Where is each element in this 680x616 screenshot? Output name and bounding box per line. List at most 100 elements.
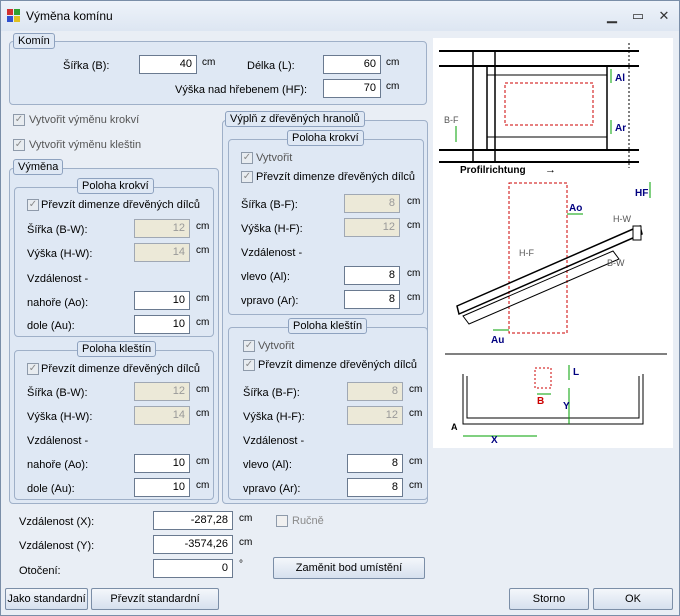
vymena-krokvi-nahore-label: nahoře (Ao): <box>27 297 89 309</box>
otoceni-input[interactable]: 0 <box>153 559 233 578</box>
vypln-klestin-vpravo-input[interactable]: 8 <box>347 478 403 497</box>
chimney-diagram-svg: Al Ar B-F Profilrichtung → HF Ao H-W H-F… <box>439 43 667 446</box>
minimize-icon[interactable]: ▁ <box>601 7 623 25</box>
vymena-krokvi-title: Poloha krokví <box>77 178 154 194</box>
vypln-klestin-sirka-unit: cm <box>409 384 423 395</box>
komin-sirka-input[interactable]: 40 <box>139 55 197 74</box>
komin-delka-unit: cm <box>386 57 400 68</box>
vymena-klestin-checkbox[interactable]: ✓ <box>13 139 25 151</box>
vypln-krokvi-sirka-unit: cm <box>407 196 421 207</box>
vymena-krokvi-dole-input[interactable]: 10 <box>134 315 190 334</box>
vymena-klestin-label: Vytvořit výměnu kleštin <box>29 139 142 151</box>
komin-vyska-input[interactable]: 70 <box>323 79 381 98</box>
vymena-klestin-title: Poloha kleštín <box>77 341 157 357</box>
vymena-krokvi-vyska-input[interactable]: 14 <box>134 243 190 262</box>
vypln-krokvi-vytvorit-checkbox[interactable]: ✓ <box>241 152 253 164</box>
diagram-x-label: X <box>491 435 498 446</box>
vypln-krokvi-prevzit-checkbox[interactable]: ✓ <box>241 171 253 183</box>
app-icon <box>7 9 21 23</box>
vymena-krokvi-prevzit-checkbox[interactable]: ✓ <box>27 199 39 211</box>
vypln-krokvi-vytvorit-label: Vytvořit <box>256 152 293 164</box>
vypln-klestin-sirka-input[interactable]: 8 <box>347 382 403 401</box>
zamenit-bod-button[interactable]: Zaměnit bod umístění <box>273 557 425 579</box>
vymena-klestin-dole-unit: cm <box>196 480 210 491</box>
vypln-klestin-vytvorit-label: Vytvořit <box>258 340 295 352</box>
vypln-klestin-vytvorit-checkbox[interactable]: ✓ <box>243 340 255 352</box>
vymena-klestin-vzdalenost-label: Vzdálenost - <box>27 435 89 447</box>
vymena-krokvi-label: Vytvořit výměnu krokví <box>29 114 140 126</box>
vymena-klestin-sirka-label: Šířka (B-W): <box>27 387 88 399</box>
vzdalenost-y-unit: cm <box>239 537 253 548</box>
rucne-label: Ručně <box>292 515 324 527</box>
diagram-a-label: A <box>451 422 458 432</box>
vypln-krokvi-vyska-label: Výška (H-F): <box>241 223 303 235</box>
dialog-window: Výměna komínu ▁ ▭ ✕ Komín Šířka (B): 40 … <box>0 0 680 616</box>
vymena-klestin-vyska-input[interactable]: 14 <box>134 406 190 425</box>
close-icon[interactable]: ✕ <box>653 7 675 25</box>
vypln-klestin-vpravo-unit: cm <box>409 480 423 491</box>
vymena-klestin-prevzit-label: Převzít dimenze dřevěných dílců <box>41 363 200 375</box>
vymena-krokvi-nahore-input[interactable]: 10 <box>134 291 190 310</box>
diagram-hw-label: H-W <box>613 214 631 224</box>
vymena-krokvi-vyska-label: Výška (H-W): <box>27 248 93 260</box>
vypln-klestin-vpravo-label: vpravo (Ar): <box>243 483 301 495</box>
diagram-al-label: Al <box>615 73 625 84</box>
vymena-krokvi-vyska-unit: cm <box>196 245 210 256</box>
diagram-bf-label: B-F <box>444 115 459 125</box>
komin-vyska-unit: cm <box>386 81 400 92</box>
vypln-krokvi-vzdalenost-label: Vzdálenost - <box>241 247 303 259</box>
storno-button[interactable]: Storno <box>509 588 589 610</box>
komin-sirka-unit: cm <box>202 57 216 68</box>
jako-standardni-button[interactable]: Jako standardní <box>5 588 88 610</box>
vypln-klestin-sirka-label: Šířka (B-F): <box>243 387 300 399</box>
otoceni-label: Otočení: <box>19 565 61 577</box>
rucne-checkbox[interactable] <box>276 515 288 527</box>
vymena-klestin-vyska-unit: cm <box>196 408 210 419</box>
vypln-klestin-prevzit-label: Převzít dimenze dřevěných dílců <box>258 359 417 371</box>
diagram-y-label: Y <box>563 401 570 412</box>
vymena-klestin-vyska-label: Výška (H-W): <box>27 411 93 423</box>
komin-sirka-label: Šířka (B): <box>63 60 110 72</box>
vymena-krokvi-dole-unit: cm <box>196 317 210 328</box>
vymena-krokvi-checkbox[interactable]: ✓ <box>13 114 25 126</box>
detail-view: B L Y A X <box>451 365 644 446</box>
diagram-l-label: L <box>573 367 579 378</box>
vypln-krokvi-vlevo-input[interactable]: 8 <box>344 266 400 285</box>
vymena-klestin-prevzit-checkbox[interactable]: ✓ <box>27 363 39 375</box>
vypln-krokvi-vyska-input[interactable]: 12 <box>344 218 400 237</box>
maximize-icon[interactable]: ▭ <box>627 7 649 25</box>
ok-button[interactable]: OK <box>593 588 673 610</box>
vypln-krokvi-vpravo-unit: cm <box>407 292 421 303</box>
vymena-klestin-nahore-input[interactable]: 10 <box>134 454 190 473</box>
vymena-krokvi-vzdalenost-label: Vzdálenost - <box>27 273 89 285</box>
diagram-arrow-icon: → <box>545 164 556 176</box>
vzdalenost-x-input[interactable]: -287,28 <box>153 511 233 530</box>
vypln-klestin-vlevo-label: vlevo (Al): <box>243 459 292 471</box>
vypln-krokvi-vpravo-input[interactable]: 8 <box>344 290 400 309</box>
window-title: Výměna komínu <box>26 9 113 23</box>
vymena-klestin-sirka-input[interactable]: 12 <box>134 382 190 401</box>
vypln-krokvi-vyska-unit: cm <box>407 220 421 231</box>
vypln-klestin-vzdalenost-label: Vzdálenost - <box>243 435 305 447</box>
vymena-klestin-nahore-unit: cm <box>196 456 210 467</box>
vypln-klestin-vlevo-input[interactable]: 8 <box>347 454 403 473</box>
vypln-klestin-prevzit-checkbox[interactable]: ✓ <box>243 359 255 371</box>
vymena-klestin-sirka-unit: cm <box>196 384 210 395</box>
diagram-b-label: B <box>537 396 544 407</box>
komin-group-title: Komín <box>13 33 55 49</box>
komin-delka-input[interactable]: 60 <box>323 55 381 74</box>
vzdalenost-y-input[interactable]: -3574,26 <box>153 535 233 554</box>
vymena-krokvi-sirka-input[interactable]: 12 <box>134 219 190 238</box>
vymena-klestin-dole-input[interactable]: 10 <box>134 478 190 497</box>
plan-view: Al Ar B-F Profilrichtung → <box>439 43 639 176</box>
vypln-klestin-title: Poloha kleštín <box>288 318 368 334</box>
vymena-klestin-nahore-label: nahoře (Ao): <box>27 459 89 471</box>
otoceni-unit: ° <box>239 559 243 570</box>
prevzit-standardni-button[interactable]: Převzít standardní <box>91 588 219 610</box>
vzdalenost-y-label: Vzdálenost (Y): <box>19 540 95 552</box>
vypln-krokvi-sirka-input[interactable]: 8 <box>344 194 400 213</box>
vypln-klestin-vyska-label: Výška (H-F): <box>243 411 305 423</box>
diagram-au-label: Au <box>491 335 504 346</box>
vypln-klestin-vyska-input[interactable]: 12 <box>347 406 403 425</box>
diagram-hf-label: HF <box>635 188 648 199</box>
